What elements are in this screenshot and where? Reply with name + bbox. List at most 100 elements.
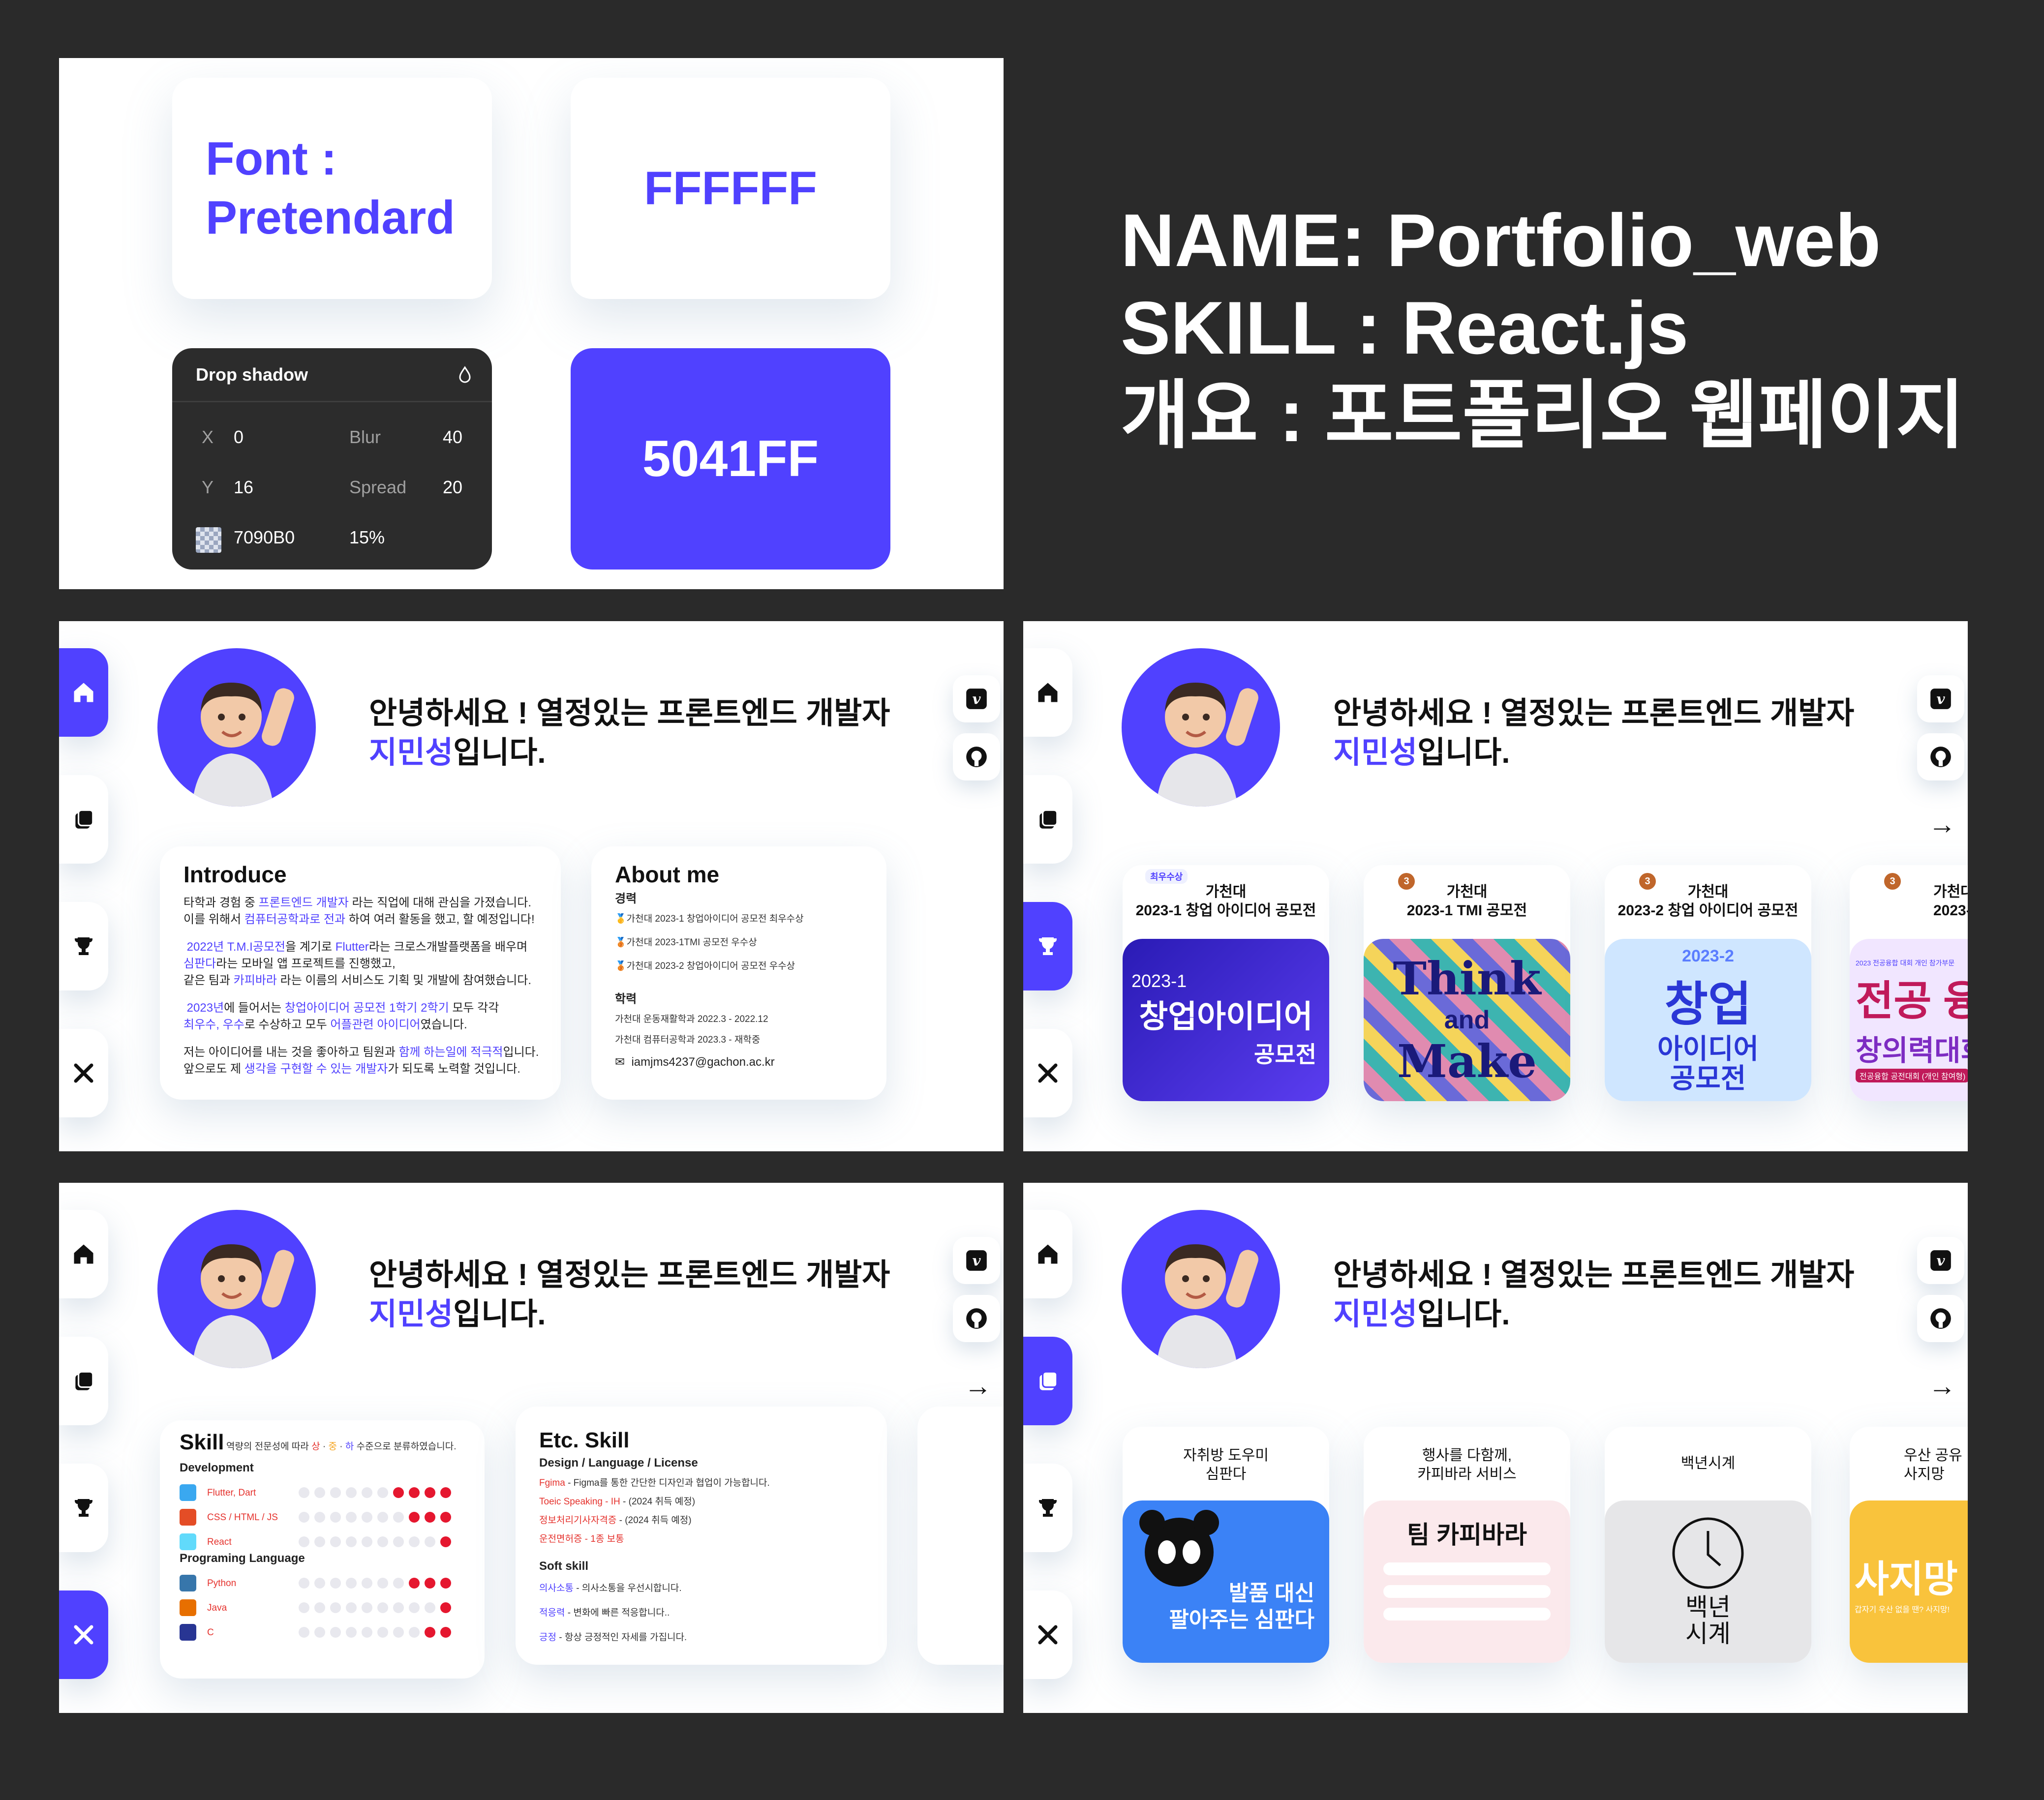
award-card[interactable]: 3 가천대 2023-2 창업 아이디어 공모전 2023-2 창업 아이디어 … bbox=[1605, 865, 1811, 1101]
velog-button[interactable]: v bbox=[953, 1237, 1000, 1284]
spread-value: 20 bbox=[443, 477, 463, 497]
greeting: 안녕하세요 ! 열정있는 프론트엔드 개발자 지민성입니다. bbox=[369, 1256, 890, 1334]
avatar bbox=[157, 648, 316, 807]
y-label: Y bbox=[202, 477, 214, 497]
nav-awards-button[interactable] bbox=[59, 1464, 108, 1552]
velog-button[interactable]: v bbox=[1917, 675, 1964, 722]
next-arrow[interactable]: → bbox=[1928, 808, 1956, 840]
velog-icon: v bbox=[1930, 689, 1951, 709]
nav-awards-button[interactable] bbox=[1023, 1464, 1072, 1552]
level-dot bbox=[330, 1578, 341, 1589]
skill-logo-icon bbox=[180, 1484, 196, 1501]
design-language-license-label: Design / Language / License bbox=[539, 1456, 698, 1470]
project-card[interactable]: 백년시계 백년 시계 bbox=[1605, 1427, 1811, 1663]
nav-home-button[interactable] bbox=[1023, 648, 1072, 737]
introduce-card: Introduce 타학과 경험 중 프론트엔드 개발자 라는 직업에 대해 관… bbox=[160, 846, 561, 1100]
velog-button[interactable]: v bbox=[953, 675, 1000, 722]
velog-button[interactable]: v bbox=[1917, 1237, 1964, 1284]
project-card[interactable]: 우산 공유 사지망 사지망 갑자기 우산 없을 땐? 사지망! bbox=[1850, 1427, 1968, 1663]
drop-shadow-card: Drop shadow X 0 Blur 40 Y 16 Spread 20 7… bbox=[172, 348, 492, 570]
screen-projects: 안녕하세요 ! 열정있는 프론트엔드 개발자 지민성입니다. v → 자취방 도… bbox=[1023, 1183, 1968, 1713]
nav-skills-button[interactable] bbox=[1023, 1590, 1072, 1679]
award-title: 가천대 2023-2 창업 아이디어 공모전 bbox=[1617, 884, 1799, 919]
project-name-line: NAME: Portfolio_web bbox=[1121, 199, 1881, 282]
purple-hex-card: 5041FF bbox=[571, 348, 890, 570]
nav-awards-button[interactable] bbox=[1023, 902, 1072, 990]
soft-skill-item: 긍정 - 항상 긍정적인 자세를 가집니다. bbox=[539, 1632, 687, 1643]
level-dot bbox=[314, 1536, 325, 1547]
email: iamjms4237@gachon.ac.kr bbox=[631, 1055, 775, 1069]
nav-awards-button[interactable] bbox=[59, 902, 108, 990]
greeting-suffix: 입니다. bbox=[453, 1297, 546, 1331]
github-icon bbox=[966, 747, 987, 767]
project-card[interactable]: 행사를 다함께, 카피바라 서비스 팀 카피바라 bbox=[1364, 1427, 1570, 1663]
level-dot bbox=[330, 1627, 341, 1638]
nav-home-button[interactable] bbox=[59, 648, 108, 737]
nav-projects-button[interactable] bbox=[59, 775, 108, 864]
color-value: 7090B0 bbox=[234, 527, 295, 547]
level-dot bbox=[393, 1602, 404, 1613]
level-dot bbox=[377, 1627, 388, 1638]
project-summary-line: 개요 : 포트폴리오 웹페이지 bbox=[1121, 374, 1965, 457]
svg-text:v: v bbox=[973, 1252, 981, 1269]
project-image: 사지망 갑자기 우산 없을 땐? 사지망! bbox=[1850, 1500, 1968, 1663]
trophy-icon bbox=[75, 937, 92, 955]
level-dot bbox=[314, 1578, 325, 1589]
level-dot bbox=[377, 1602, 388, 1613]
github-button[interactable] bbox=[1917, 1295, 1964, 1342]
award-card[interactable]: 3 가천대 2023-1 TMI 공모전 Think and Make bbox=[1364, 865, 1570, 1101]
screen-awards: 안녕하세요 ! 열정있는 프론트엔드 개발자 지민성입니다. v → 최우수상 … bbox=[1023, 621, 1968, 1151]
font-card-text: Font : Pretendard bbox=[206, 132, 455, 244]
next-arrow[interactable]: → bbox=[1928, 1370, 1956, 1402]
soft-skill-item: 적응력 - 변화에 빠른 적응합니다.. bbox=[539, 1608, 670, 1618]
skill-row: Python bbox=[180, 1574, 475, 1593]
career-item: 🥉가천대 2023-1TMI 공모전 우수상 bbox=[615, 937, 757, 948]
nav-skills-button[interactable] bbox=[59, 1029, 108, 1117]
level-dot bbox=[314, 1512, 325, 1523]
nav-projects-button[interactable] bbox=[59, 1337, 108, 1425]
level-dot bbox=[425, 1602, 435, 1613]
nav-projects-button[interactable] bbox=[1023, 1337, 1072, 1425]
award-image: 2023-2 창업 아이디어 공모전 bbox=[1605, 939, 1811, 1101]
skill-title: Skill bbox=[180, 1430, 224, 1454]
level-dot bbox=[299, 1536, 309, 1547]
programming-label: Programing Language bbox=[180, 1552, 305, 1565]
github-button[interactable] bbox=[953, 1295, 1000, 1342]
award-card[interactable]: 3 가천대 2023-2 공 2023 전공융합 대회 개인 참가부문 전공 융… bbox=[1850, 865, 1968, 1101]
next-arrow[interactable]: → bbox=[964, 1370, 992, 1402]
nav-projects-button[interactable] bbox=[1023, 775, 1072, 864]
screen-skills: 안녕하세요 ! 열정있는 프론트엔드 개발자 지민성입니다. v → Skill… bbox=[59, 1183, 1004, 1713]
nav-skills-button[interactable] bbox=[1023, 1029, 1072, 1117]
project-card[interactable]: 자취방 도우미 심판다 발품 대신 팔아주는 심판다 bbox=[1123, 1427, 1329, 1663]
level-dot bbox=[425, 1578, 435, 1589]
level-dot bbox=[425, 1512, 435, 1523]
greeting-line1: 안녕하세요 ! 열정있는 프론트엔드 개발자 bbox=[369, 696, 890, 730]
skill-subtitle: 역량의 전문성에 따라 상 · 중 · 하 수준으로 분류하였습니다. bbox=[226, 1441, 457, 1452]
level-dot bbox=[314, 1602, 325, 1613]
level-dot bbox=[314, 1627, 325, 1638]
level-dot bbox=[440, 1536, 451, 1547]
level-dot bbox=[393, 1578, 404, 1589]
avatar bbox=[1122, 648, 1280, 807]
github-icon bbox=[966, 1308, 987, 1329]
greeting: 안녕하세요 ! 열정있는 프론트엔드 개발자 지민성입니다. bbox=[369, 694, 890, 773]
level-dot bbox=[425, 1536, 435, 1547]
nav-skills-button[interactable] bbox=[59, 1590, 108, 1679]
project-image: 발품 대신 팔아주는 심판다 bbox=[1123, 1500, 1329, 1663]
level-dot bbox=[393, 1627, 404, 1638]
level-dot bbox=[299, 1602, 309, 1613]
level-dot bbox=[346, 1512, 357, 1523]
skill-row: CSS / HTML / JS bbox=[180, 1508, 475, 1528]
email-row[interactable]: ✉ iamjms4237@gachon.ac.kr bbox=[615, 1054, 863, 1071]
nav-home-button[interactable] bbox=[1023, 1210, 1072, 1298]
blur-value: 40 bbox=[443, 427, 463, 447]
driver-license-item: 운전면허증 - 1종 보통 bbox=[539, 1534, 624, 1544]
award-title: 가천대 2023-1 창업 아이디어 공모전 bbox=[1135, 884, 1316, 919]
award-card[interactable]: 최우수상 가천대 2023-1 창업 아이디어 공모전 2023-1 창업아이디… bbox=[1123, 865, 1329, 1101]
skill-name: React bbox=[207, 1537, 232, 1547]
nav-home-button[interactable] bbox=[59, 1210, 108, 1298]
greeting-suffix: 입니다. bbox=[453, 736, 546, 770]
github-button[interactable] bbox=[953, 733, 1000, 780]
github-button[interactable] bbox=[1917, 733, 1964, 780]
skill-logo-icon bbox=[180, 1533, 196, 1550]
